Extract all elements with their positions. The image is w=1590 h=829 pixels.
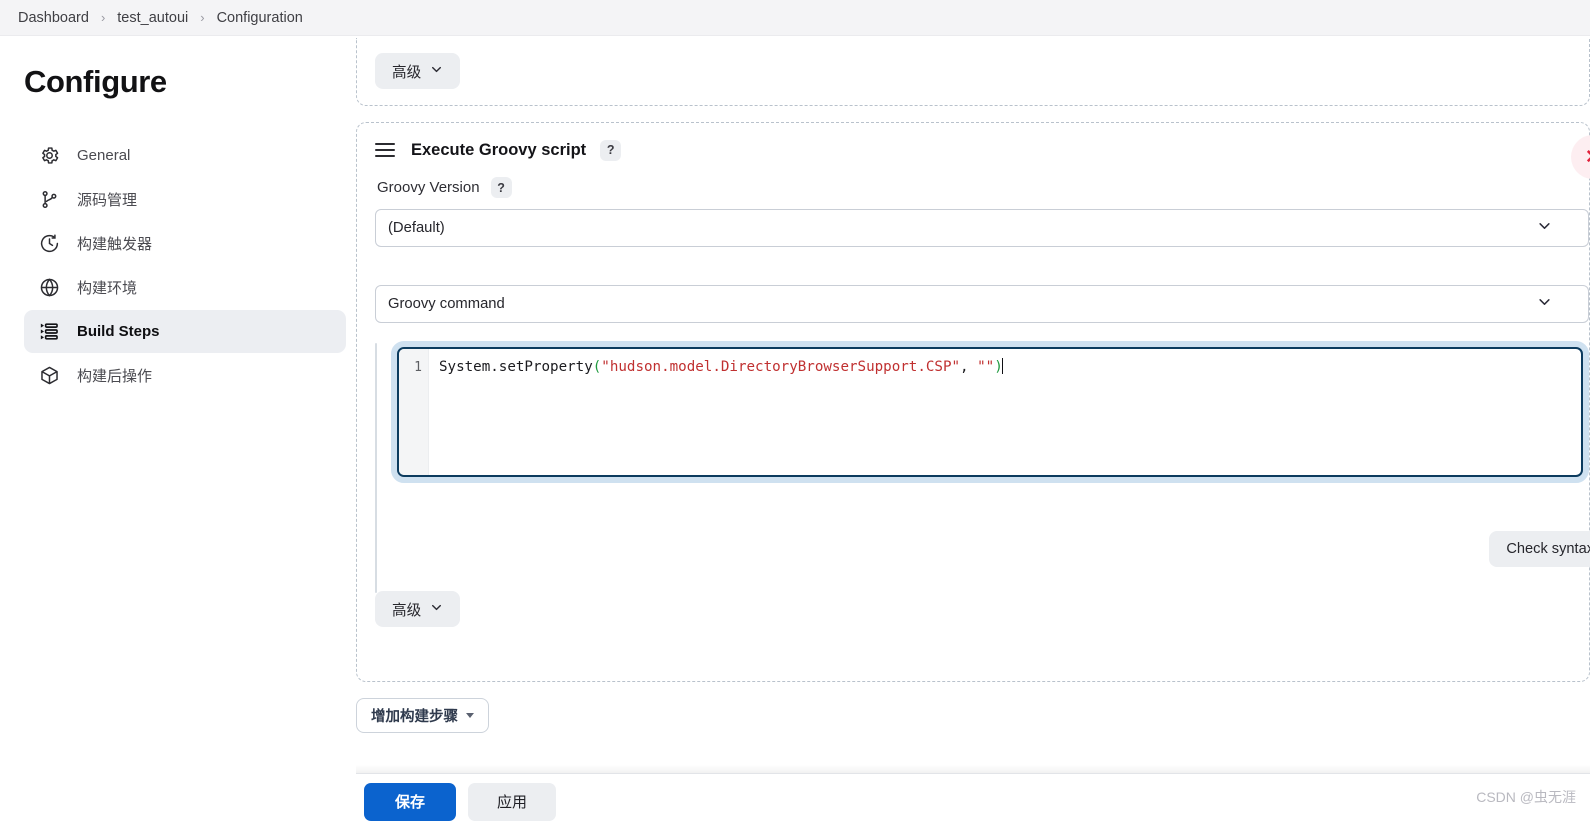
- chevron-down-icon: [430, 63, 443, 80]
- sidebar-item-label: 构建后操作: [77, 368, 153, 385]
- add-build-step-button[interactable]: 增加构建步骤: [356, 698, 489, 733]
- code-editor[interactable]: 1 System.setProperty("hudson.model.Direc…: [397, 347, 1583, 477]
- sidebar-item-build-environment[interactable]: 构建环境: [24, 266, 346, 309]
- help-icon-groovy-version[interactable]: ?: [490, 177, 512, 198]
- action-bar: 保存 应用: [356, 773, 1590, 829]
- code-token-call: System.setProperty: [439, 359, 593, 375]
- sidebar: Configure General 源码管理 构建触发器 构建环境 Build …: [0, 36, 356, 829]
- groovy-script-field-group: 1 System.setProperty("hudson.model.Direc…: [375, 341, 1590, 593]
- code-token-open-paren: (: [592, 359, 602, 375]
- groovy-version-select[interactable]: (Default): [375, 209, 1589, 247]
- globe-icon: [38, 277, 60, 299]
- help-icon-panel[interactable]: ?: [600, 139, 622, 161]
- panel-header: Execute Groovy script ?: [375, 139, 1589, 161]
- code-editor-gutter: 1: [399, 349, 429, 475]
- clock-icon: [38, 233, 60, 255]
- advanced-button-label: 高级: [392, 64, 422, 81]
- chevron-down-icon: [430, 601, 443, 618]
- add-build-step-label: 增加构建步骤: [371, 709, 458, 725]
- drag-handle-icon[interactable]: [375, 139, 397, 161]
- sidebar-item-label: Build Steps: [77, 323, 160, 340]
- code-token-string-csp: "hudson.model.DirectoryBrowserSupport.CS…: [601, 359, 961, 375]
- sidebar-item-build-steps[interactable]: Build Steps: [24, 310, 346, 353]
- advanced-button-groovy[interactable]: 高级: [375, 591, 461, 627]
- main-content: 高级 Execute Groovy script ? ✕ Groovy Vers…: [356, 36, 1590, 829]
- groovy-version-label-row: Groovy Version ?: [377, 177, 1589, 198]
- sidebar-item-build-triggers[interactable]: 构建触发器: [24, 222, 346, 265]
- sidebar-item-source-control[interactable]: 源码管理: [24, 178, 346, 221]
- advanced-button-previous[interactable]: 高级: [375, 53, 461, 89]
- line-number: 1: [414, 360, 422, 375]
- panel-title: Execute Groovy script: [411, 140, 587, 159]
- git-branch-icon: [38, 189, 60, 211]
- breadcrumb-separator: ›: [200, 10, 205, 25]
- code-editor-content[interactable]: System.setProperty("hudson.model.Directo…: [429, 349, 1581, 475]
- breadcrumb: Dashboard › test_autoui › Configuration: [0, 0, 1590, 36]
- groovy-command-selected-value: Groovy command: [388, 296, 505, 312]
- groovy-command-select[interactable]: Groovy command: [375, 285, 1589, 323]
- sidebar-item-label: 源码管理: [77, 192, 138, 209]
- breadcrumb-separator: ›: [100, 10, 106, 25]
- apply-button[interactable]: 应用: [468, 782, 556, 821]
- save-button[interactable]: 保存: [364, 782, 456, 821]
- check-syntax-button[interactable]: Check syntax: [1489, 531, 1590, 567]
- build-step-panel-previous: 高级: [356, 38, 1590, 106]
- groovy-version-label: Groovy Version: [377, 179, 480, 196]
- sidebar-item-label: 构建触发器: [77, 236, 153, 253]
- text-cursor: [1001, 358, 1004, 374]
- chevron-down-icon: [1537, 219, 1552, 238]
- sidebar-item-general[interactable]: General: [24, 134, 346, 177]
- sidebar-item-post-build-actions[interactable]: 构建后操作: [24, 354, 346, 397]
- advanced-wrap-groovy: 高级: [375, 591, 1589, 627]
- list-steps-icon: [38, 321, 60, 343]
- breadcrumb-item-configuration[interactable]: Configuration: [211, 8, 309, 28]
- sidebar-item-label: General: [77, 147, 131, 164]
- package-icon: [38, 365, 60, 387]
- code-editor-focus-ring: 1 System.setProperty("hudson.model.Direc…: [391, 341, 1589, 483]
- build-step-panel-groovy: Execute Groovy script ? ✕ Groovy Version…: [356, 122, 1590, 682]
- breadcrumb-item-test-autoui[interactable]: test_autoui: [111, 8, 194, 28]
- page-title: Configure: [24, 64, 167, 99]
- code-token-string-empty: "": [977, 359, 995, 375]
- gear-icon: [38, 145, 60, 167]
- check-syntax-label: Check syntax: [1506, 541, 1590, 557]
- chevron-down-icon: [1537, 295, 1552, 314]
- groovy-version-selected-value: (Default): [388, 220, 445, 236]
- breadcrumb-item-dashboard[interactable]: Dashboard: [12, 8, 95, 28]
- code-token-comma: ,: [960, 359, 978, 375]
- advanced-wrap-previous: 高级: [375, 53, 461, 105]
- sidebar-item-label: 构建环境: [77, 280, 138, 297]
- advanced-button-label: 高级: [392, 602, 422, 619]
- caret-down-icon: [466, 713, 474, 718]
